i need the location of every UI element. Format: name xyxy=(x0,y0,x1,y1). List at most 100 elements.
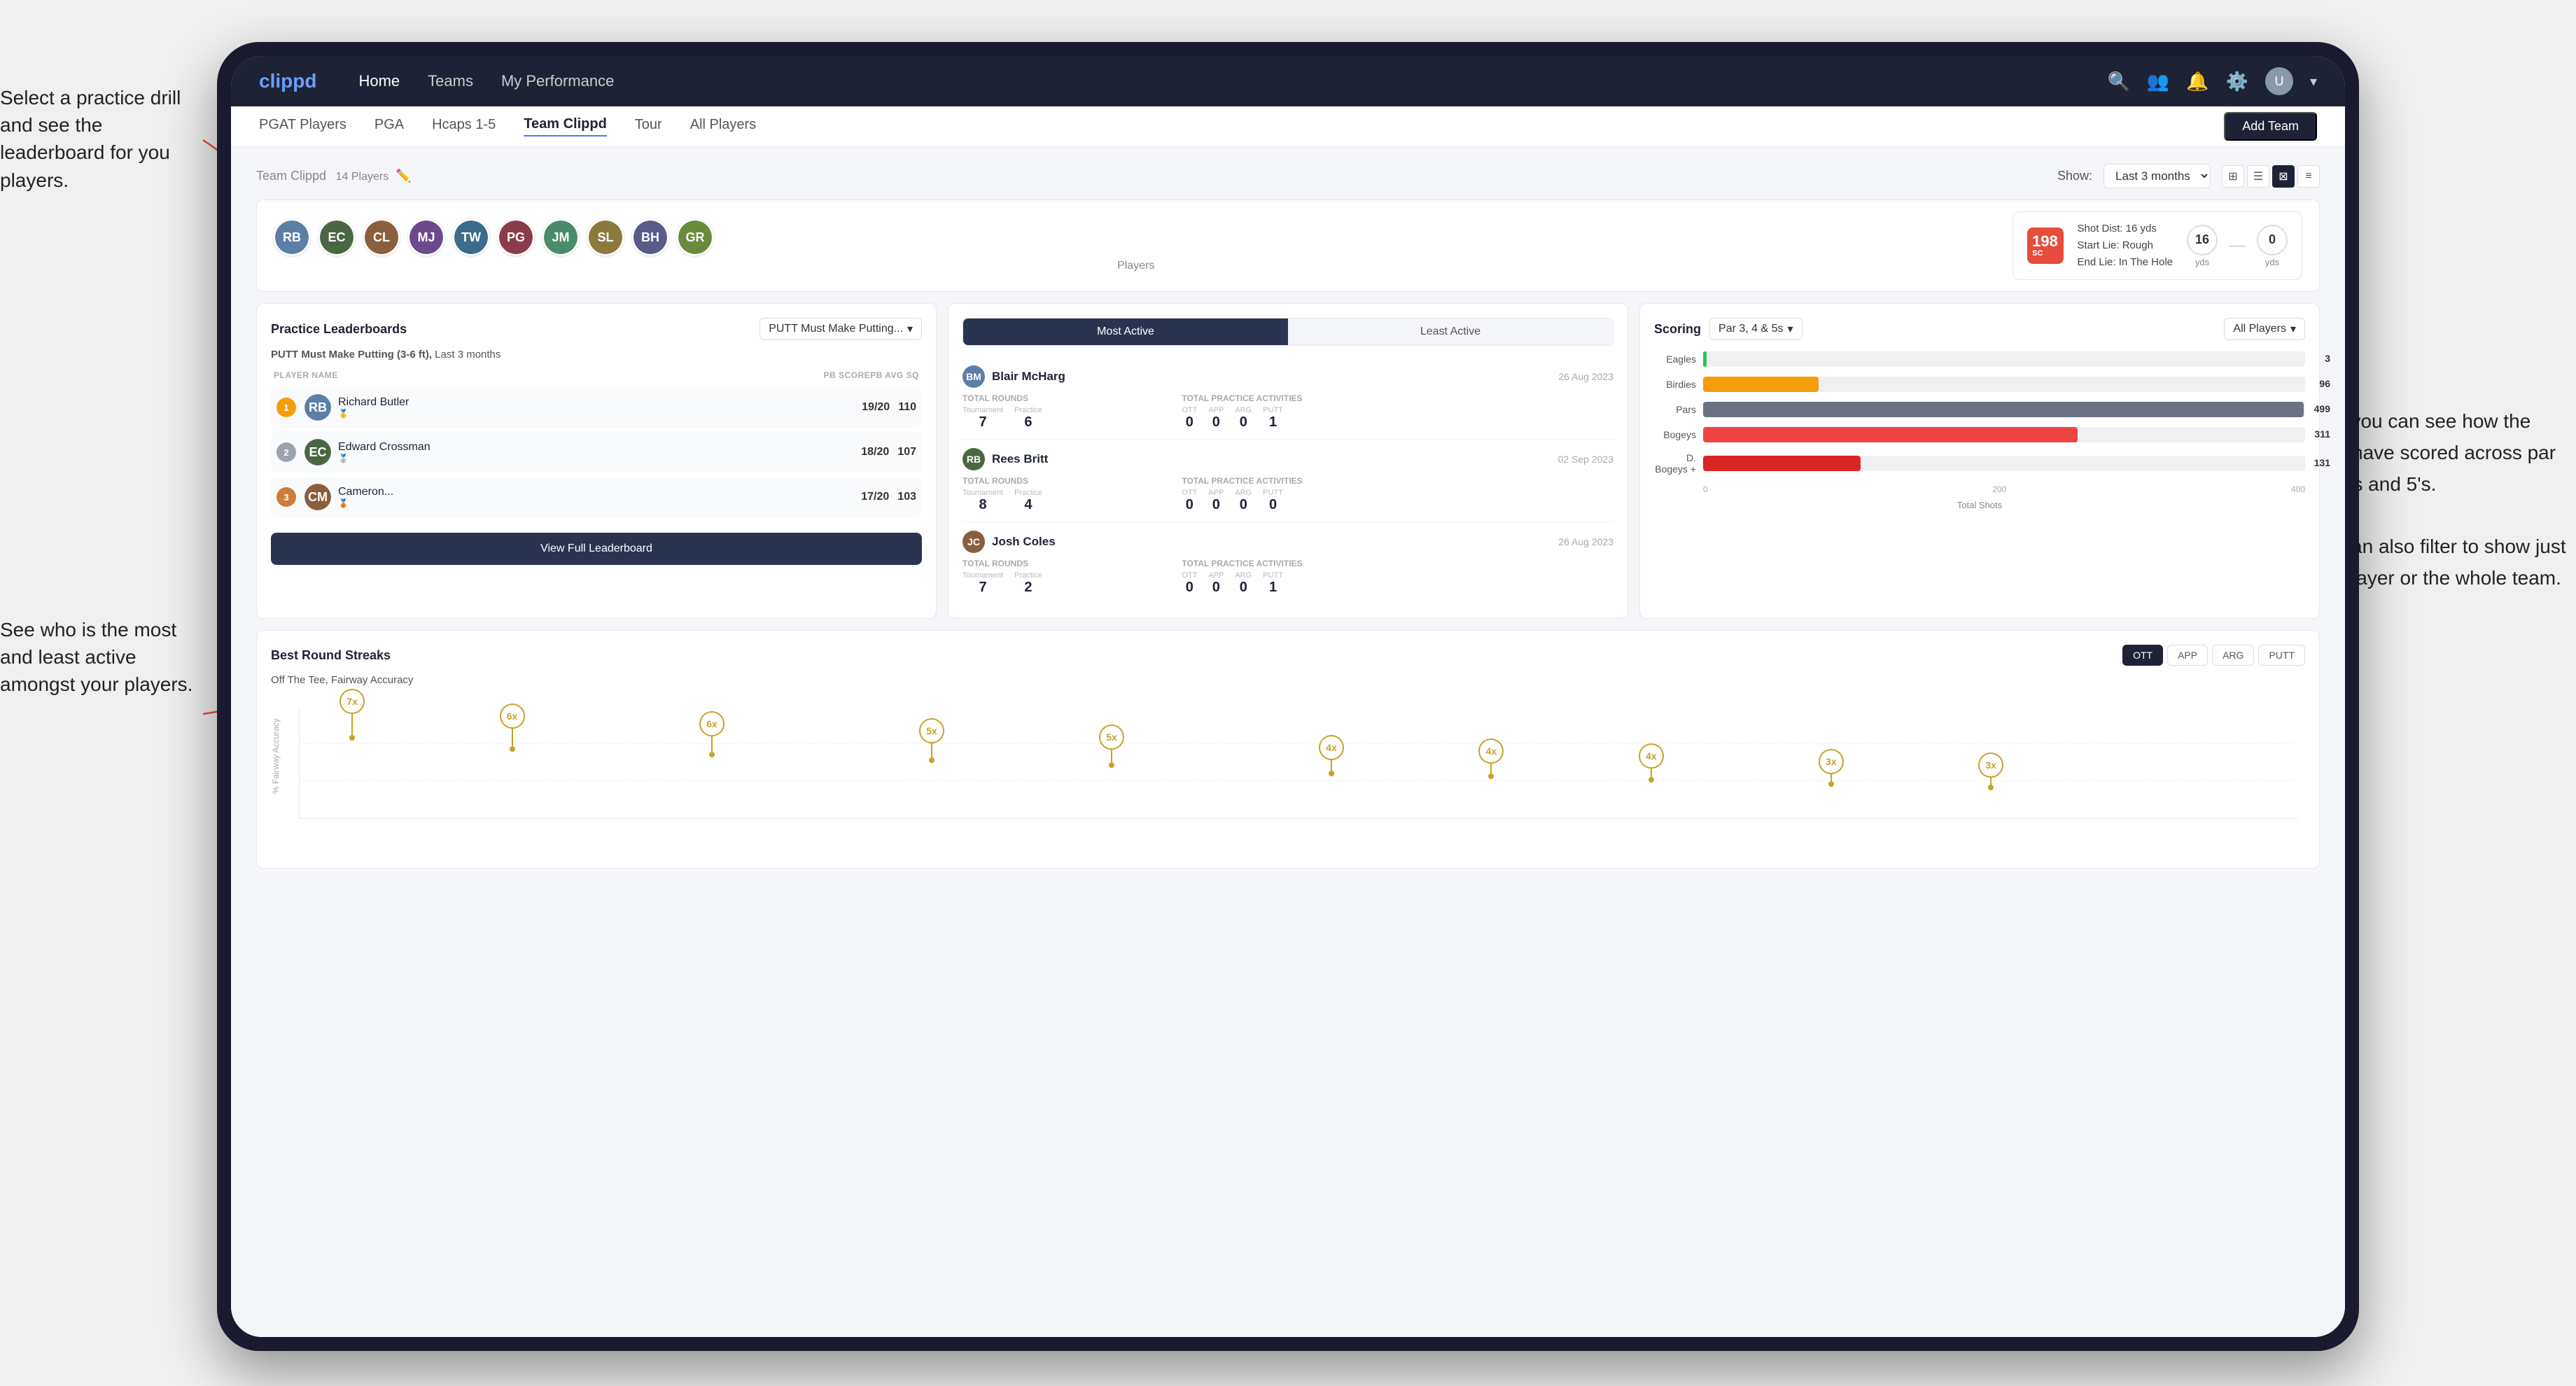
show-select[interactable]: Last 3 months Last 6 months Last year xyxy=(2104,164,2211,188)
bar-fill-birdies xyxy=(1703,377,1819,392)
player-avatar[interactable]: TW xyxy=(453,219,489,255)
subnav-hcaps[interactable]: Hcaps 1-5 xyxy=(432,117,496,136)
user-avatar[interactable]: U xyxy=(2265,67,2293,95)
bar-track-birdies: 96 xyxy=(1703,377,2305,392)
player-avatar[interactable]: GR xyxy=(677,219,713,255)
player-avatar[interactable]: RB xyxy=(274,219,310,255)
add-team-button[interactable]: Add Team xyxy=(2224,112,2317,141)
drill-dropdown[interactable]: PUTT Must Make Putting... ▾ xyxy=(760,318,922,340)
activity-item-3: JC Josh Coles 26 Aug 2023 Total Rounds T… xyxy=(962,522,1614,604)
bar-label-birdies: Birdies xyxy=(1654,379,1696,390)
activity-player-name-1: BM Blair McHarg xyxy=(962,365,1065,388)
annotation-top-left: Select a practice drill and see the lead… xyxy=(0,84,203,194)
tablet-screen: clippd Home Teams My Performance 🔍 👥 🔔 ⚙… xyxy=(231,56,2345,1337)
bar-row-eagles: Eagles 3 xyxy=(1654,351,2305,367)
streak-tab-ott[interactable]: OTT xyxy=(2122,645,2163,666)
bar-value-eagles: 3 xyxy=(2325,353,2330,364)
subnav-team-clippd[interactable]: Team Clippd xyxy=(524,116,607,136)
subnav-tour[interactable]: Tour xyxy=(635,117,662,136)
nav-home[interactable]: Home xyxy=(358,72,400,90)
putt-val-1: 1 xyxy=(1263,414,1283,430)
logo: clippd xyxy=(259,70,316,92)
streak-tab-arg[interactable]: ARG xyxy=(2212,645,2254,666)
player-avatar-1: RB xyxy=(304,394,331,421)
leaderboard-header: Practice Leaderboards PUTT Must Make Put… xyxy=(271,318,922,340)
streak-chart: % Fairway Accuracy 7x xyxy=(271,700,2305,854)
bar-value-pars: 499 xyxy=(2314,403,2330,414)
player-avatar[interactable]: PG xyxy=(498,219,534,255)
most-active-tab[interactable]: Most Active xyxy=(963,318,1288,345)
ott-val-1: 0 xyxy=(1182,414,1197,430)
player-avatar[interactable]: BH xyxy=(632,219,668,255)
activity-date-1: 26 Aug 2023 xyxy=(1558,371,1614,382)
tournament-val-1: 7 xyxy=(962,414,1003,430)
bar-row-birdies: Birdies 96 xyxy=(1654,377,2305,392)
team-header: Team Clippd 14 Players ✏️ Show: Last 3 m… xyxy=(256,164,2320,188)
chevron-icon: ▾ xyxy=(1788,322,1793,336)
view-icons: ⊞ ☰ ⊠ ≡ xyxy=(2222,165,2320,188)
player-info-2: EC Edward Crossman 🥈 xyxy=(304,439,853,465)
app-val-1: 0 xyxy=(1208,414,1224,430)
scoring-card: Scoring Par 3, 4 & 5s ▾ All Players ▾ xyxy=(1639,303,2320,619)
player-avatar[interactable]: MJ xyxy=(408,219,444,255)
activity-item-header-1: BM Blair McHarg 26 Aug 2023 xyxy=(962,365,1614,388)
player-filter[interactable]: All Players ▾ xyxy=(2224,318,2305,340)
activity-item-header-3: JC Josh Coles 26 Aug 2023 xyxy=(962,531,1614,553)
least-active-tab[interactable]: Least Active xyxy=(1288,318,1613,345)
activity-stats-3: Total Rounds Tournament 7 Practice 2 xyxy=(962,559,1614,596)
search-icon[interactable]: 🔍 xyxy=(2107,71,2129,92)
bell-icon[interactable]: 🔔 xyxy=(2186,71,2208,92)
list-view-btn[interactable]: ☰ xyxy=(2247,165,2269,188)
activity-stats-1: Total Rounds Tournament 7 Practice 6 xyxy=(962,393,1614,430)
streaks-tabs: OTT APP ARG PUTT xyxy=(2122,645,2305,666)
subnav-pgat[interactable]: PGAT Players xyxy=(259,117,346,136)
streak-tab-app[interactable]: APP xyxy=(2167,645,2208,666)
player-avatar[interactable]: SL xyxy=(587,219,624,255)
team-controls: Show: Last 3 months Last 6 months Last y… xyxy=(2057,164,2320,188)
streaks-section: Best Round Streaks OTT APP ARG PUTT Off … xyxy=(256,630,2320,869)
streak-point-5: 5x xyxy=(1099,724,1124,768)
shot-circles: 16 yds — 0 yds xyxy=(2187,225,2288,267)
par-filter[interactable]: Par 3, 4 & 5s ▾ xyxy=(1709,318,1802,340)
activity-player-name-2: RB Rees Britt xyxy=(962,448,1048,470)
streak-tab-putt[interactable]: PUTT xyxy=(2258,645,2305,666)
shot-details: Shot Dist: 16 yds Start Lie: Rough End L… xyxy=(2078,220,2173,271)
grid-view-btn[interactable]: ⊞ xyxy=(2222,165,2244,188)
settings-icon[interactable]: ⚙️ xyxy=(2226,71,2248,92)
bar-value-birdies: 96 xyxy=(2319,378,2330,389)
edit-icon[interactable]: ✏️ xyxy=(396,169,411,183)
bar-fill-pars xyxy=(1703,402,2304,417)
view-full-leaderboard-button[interactable]: View Full Leaderboard xyxy=(271,533,922,565)
bar-label-eagles: Eagles xyxy=(1654,354,1696,365)
players-label: Players xyxy=(274,260,1998,272)
annotation-bottom-left: See who is the most and least active amo… xyxy=(0,616,203,699)
leaderboard-col-headers: PLAYER NAME PB SCORE PB AVG SQ xyxy=(271,370,922,380)
practice-activities-group-1: Total Practice Activities OTT 0 APP 0 xyxy=(1182,393,1394,430)
card-view-btn[interactable]: ⊠ xyxy=(2272,165,2295,188)
bar-track-eagles: 3 xyxy=(1703,351,2305,367)
player-avatar[interactable]: EC xyxy=(318,219,355,255)
practice-val-1: 6 xyxy=(1014,414,1042,430)
subnav: PGAT Players PGA Hcaps 1-5 Team Clippd T… xyxy=(231,106,2345,147)
nav-performance[interactable]: My Performance xyxy=(501,72,614,90)
streak-point-8: 4x xyxy=(1639,743,1664,783)
player-avatar[interactable]: JM xyxy=(542,219,579,255)
main-content: Team Clippd 14 Players ✏️ Show: Last 3 m… xyxy=(231,147,2345,1337)
nav-teams[interactable]: Teams xyxy=(428,72,473,90)
people-icon[interactable]: 👥 xyxy=(2147,71,2169,92)
player-avatar[interactable]: CL xyxy=(363,219,400,255)
rank-badge-3: 3 xyxy=(276,487,296,507)
player-avg-1: 110 xyxy=(898,401,916,414)
leaderboard-row: 3 CM Cameron... 🥉 17/20 103 xyxy=(271,477,922,517)
drill-subtitle: PUTT Must Make Putting (3-6 ft), Last 3 … xyxy=(271,349,922,360)
shot-badge: 198 SC xyxy=(2027,227,2064,264)
player-info-1: RB Richard Butler 🥇 xyxy=(304,394,853,421)
chart-x-label: Total Shots xyxy=(1654,500,2305,510)
chevron-down-icon[interactable]: ▾ xyxy=(2310,73,2317,90)
subnav-pga[interactable]: PGA xyxy=(374,117,404,136)
streak-point-2: 6x xyxy=(500,704,525,752)
compact-view-btn[interactable]: ≡ xyxy=(2297,165,2320,188)
subnav-all-players[interactable]: All Players xyxy=(690,117,756,136)
player-score-3: 17/20 xyxy=(861,491,889,503)
streak-y-axis-label: % Fairway Accuracy xyxy=(271,700,292,812)
